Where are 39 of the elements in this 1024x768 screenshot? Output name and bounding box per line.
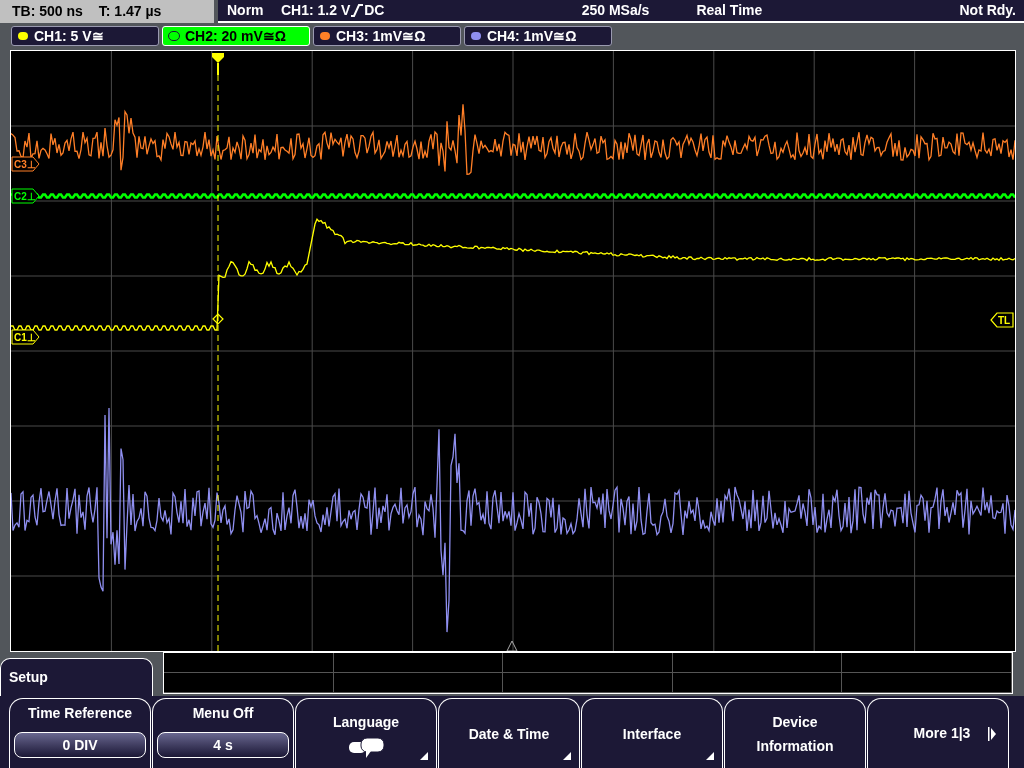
speech-bubbles-icon [346, 737, 386, 759]
softkey-label: Device Information [755, 712, 835, 756]
softkey[interactable]: Device Information [724, 698, 866, 768]
channel-marker: C1⊥ [11, 329, 40, 345]
channel-tab[interactable]: CH2: 20 mV≅Ω [162, 26, 310, 46]
softkey-label: Menu Off [192, 704, 254, 723]
channel-tab[interactable]: CH3: 1mV≅Ω [313, 26, 461, 46]
channel-tab[interactable]: CH1: 5 V≅ [11, 26, 159, 46]
trigger-marker-icon [212, 53, 224, 76]
menu-title: Setup [9, 668, 48, 687]
timebase-text: TB: 500 ns [12, 2, 83, 21]
channel-tab[interactable]: CH4: 1mV≅Ω [464, 26, 612, 46]
acquisition-state: Not Rdy. [959, 1, 1016, 20]
acquisition-mode: Real Time [696, 1, 763, 20]
softkey[interactable]: Date & Time [438, 698, 580, 768]
softkey-label: More 1|3 [912, 724, 972, 743]
softkey[interactable]: Language [295, 698, 437, 768]
softkey-label: Time Reference [28, 704, 132, 723]
next-page-icon [988, 726, 996, 741]
softkey[interactable]: More 1|3 [867, 698, 1009, 768]
sample-rate: 250 MSa/s [581, 1, 650, 20]
channel-marker: C2⊥ [11, 188, 40, 204]
rising-edge-icon [351, 4, 364, 17]
softkey[interactable]: Time Reference 0 DIV [9, 698, 151, 768]
softkey[interactable]: Interface [581, 698, 723, 768]
trigger-mode: Norm [227, 1, 265, 20]
trigger-level-marker: TL [990, 312, 1014, 328]
softkey-value-button[interactable]: 0 DIV [14, 732, 146, 758]
softkey-value-button[interactable]: 4 s [157, 732, 289, 758]
softkey-label: Date & Time [467, 724, 551, 744]
softkey-label: Interface [621, 724, 683, 744]
trigger-source: CH1: 1.2 V [281, 1, 351, 20]
trigger-time-text: T: 1.47 µs [98, 2, 162, 21]
trigger-coupling: DC [364, 1, 385, 20]
softkey[interactable]: Menu Off 4 s [152, 698, 294, 768]
position-marker-icon [506, 640, 518, 651]
channel-marker: C3⊥ [11, 156, 40, 172]
softkey-label: Language [332, 713, 400, 732]
trigger-level-icon [212, 313, 224, 325]
